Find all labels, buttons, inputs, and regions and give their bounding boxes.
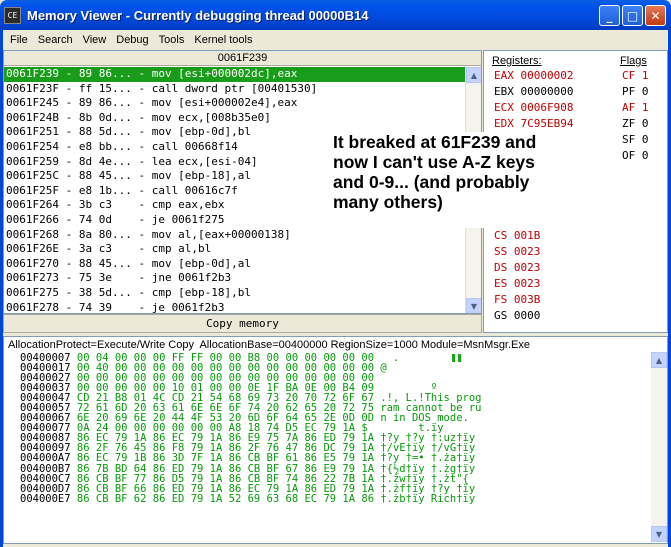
menu-view[interactable]: View — [78, 34, 112, 46]
hex-cursor-marker — [452, 354, 462, 362]
disassembler-address-header[interactable]: 0061F239 — [4, 51, 481, 66]
annotation-text: It breaked at 61F239 and now I can't use… — [330, 132, 612, 228]
disassembler-row-selected[interactable]: 0061F239 - 89 86... - mov [esi+000002dc]… — [4, 67, 466, 82]
disassembler-row[interactable]: 0061F24B - 8b 0d... - mov ecx,[008b35e0] — [4, 111, 466, 126]
hex-address: 004000E7 — [20, 492, 77, 505]
register-value[interactable]: EDX 7C95EB94 — [494, 117, 573, 130]
menu-tools[interactable]: Tools — [154, 34, 190, 46]
scroll-down-icon[interactable]: ▼ — [466, 298, 481, 313]
register-value[interactable]: EBX 00000000 — [494, 85, 573, 98]
flag-value[interactable]: PF 0 — [622, 85, 649, 98]
menu-search[interactable]: Search — [33, 34, 78, 46]
menu-file[interactable]: File — [5, 34, 33, 46]
scroll-up-icon[interactable]: ▲ — [466, 67, 481, 83]
flag-value[interactable]: CF 1 — [622, 69, 649, 82]
disassembler-row[interactable]: 0061F270 - 88 45... - mov [ebp-0d],al — [4, 257, 466, 272]
disassembler-row[interactable]: 0061F273 - 75 3e - jne 0061f2b3 — [4, 271, 466, 286]
window-controls: _ □ ✕ — [599, 5, 666, 26]
hex-ascii[interactable]: †.żb†ïy Rich†ïy — [380, 493, 475, 505]
minimize-button[interactable]: _ — [599, 5, 620, 26]
register-value[interactable]: SS 0023 — [494, 245, 540, 258]
disassembler-row[interactable]: 0061F275 - 38 5d... - cmp [ebp-18],bl — [4, 286, 466, 301]
disassembler-row[interactable]: 0061F23F - ff 15... - call dword ptr [00… — [4, 82, 466, 97]
hex-ascii[interactable]: @ — [380, 362, 481, 374]
disassembler-row[interactable]: 0061F245 - 89 86... - mov [esi+000002e4]… — [4, 96, 466, 111]
window-title: Memory Viewer - Currently debugging thre… — [27, 7, 369, 23]
disassembler-row[interactable]: 0061F278 - 74 39 - je 0061f2b3 — [4, 301, 466, 314]
scroll-down-icon[interactable]: ▼ — [651, 526, 667, 542]
app-icon: CE — [4, 6, 21, 24]
memory-region-info: AllocationProtect=Execute/Write Copy All… — [3, 336, 668, 353]
maximize-button[interactable]: □ — [622, 5, 643, 26]
registers-header: Registers: — [492, 55, 542, 67]
flags-header: Flags — [620, 55, 647, 67]
register-value[interactable]: DS 0023 — [494, 261, 540, 274]
register-value[interactable]: ES 0023 — [494, 277, 540, 290]
disassembler-row[interactable]: 0061F268 - 8a 80... - mov al,[eax+000001… — [4, 228, 466, 243]
scroll-up-icon[interactable]: ▲ — [651, 352, 667, 368]
disassembler-row[interactable]: 0061F26E - 3a c3 - cmp al,bl — [4, 242, 466, 257]
register-value[interactable]: EAX 00000002 — [494, 69, 573, 82]
title-bar: CE Memory Viewer - Currently debugging t… — [0, 0, 671, 30]
flag-value[interactable]: SF 0 — [622, 133, 649, 146]
register-value[interactable]: CS 001B — [494, 229, 540, 242]
flag-value[interactable]: OF 0 — [622, 149, 649, 162]
register-value[interactable]: GS 0000 — [494, 309, 540, 322]
menu-bar: File Search View Debug Tools Kernel tool… — [0, 30, 671, 49]
hex-view-panel[interactable]: 00400007 00 04 00 00 00 FF FF 00 00 B8 0… — [3, 352, 668, 544]
flag-value[interactable]: ZF 0 — [622, 117, 649, 130]
hex-bytes[interactable]: 86 CB BF 62 86 ED 79 1A 52 69 63 68 EC 7… — [77, 493, 380, 505]
copy-memory-button[interactable]: Copy memory — [3, 314, 482, 333]
hex-view-scrollbar[interactable]: ▲ ▼ — [651, 352, 667, 542]
close-button[interactable]: ✕ — [645, 5, 666, 26]
menu-kernel-tools[interactable]: Kernel tools — [189, 34, 257, 46]
hex-row[interactable]: 004000E7 86 CB BF 62 86 ED 79 1A 52 69 6… — [4, 492, 667, 505]
register-value[interactable]: ECX 0006F908 — [494, 101, 573, 114]
flag-value[interactable]: AF 1 — [622, 101, 649, 114]
menu-debug[interactable]: Debug — [111, 34, 153, 46]
register-value[interactable]: FS 003B — [494, 293, 540, 306]
